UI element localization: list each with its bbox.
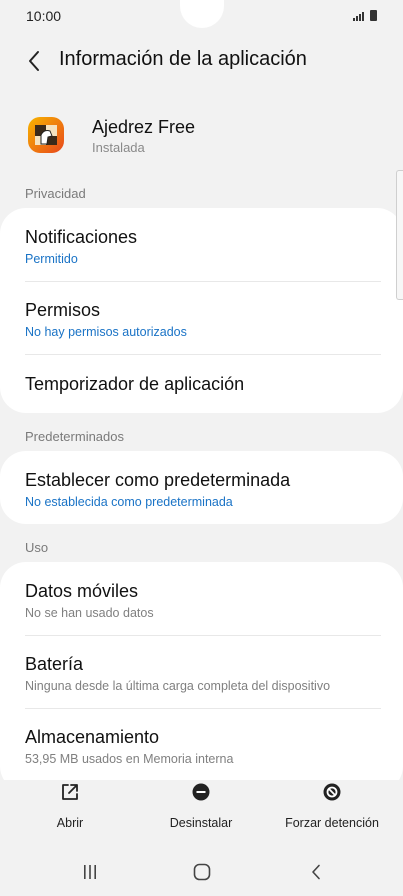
usage-card: Datos móviles No se han usado datos Bate… bbox=[0, 562, 403, 792]
app-info: Ajedrez Free Instalada bbox=[0, 108, 403, 164]
uninstall-button[interactable]: Desinstalar bbox=[161, 780, 241, 830]
signal-icon bbox=[353, 12, 364, 21]
bottom-action-bar: Abrir Desinstalar Forzar detención bbox=[0, 780, 403, 840]
section-label-defaults: Predeterminados bbox=[25, 429, 124, 444]
force-stop-button[interactable]: Forzar detención bbox=[276, 780, 388, 830]
recents-icon bbox=[84, 865, 96, 879]
open-external-icon bbox=[62, 784, 78, 800]
scrollbar[interactable] bbox=[396, 170, 403, 300]
force-stop-label: Forzar detención bbox=[285, 816, 379, 830]
recents-button[interactable] bbox=[65, 858, 115, 886]
battery-item[interactable]: Batería Ninguna desde la última carga co… bbox=[25, 653, 381, 694]
permissions-status: No hay permisos autorizados bbox=[25, 325, 187, 339]
notifications-item[interactable]: Notificaciones Permitido bbox=[25, 226, 381, 267]
divider bbox=[25, 708, 381, 709]
storage-title: Almacenamiento bbox=[25, 727, 160, 747]
set-default-title: Establecer como predeterminada bbox=[25, 470, 291, 490]
battery-title: Batería bbox=[25, 654, 84, 674]
nav-back-button[interactable] bbox=[291, 858, 341, 886]
section-label-usage: Uso bbox=[25, 540, 49, 555]
divider bbox=[25, 281, 381, 282]
notifications-title: Notificaciones bbox=[25, 227, 138, 247]
mobile-data-item[interactable]: Datos móviles No se han usado datos bbox=[25, 580, 381, 621]
page-title: Información de la aplicación bbox=[59, 48, 307, 70]
divider bbox=[25, 635, 381, 636]
camera-notch bbox=[180, 0, 224, 28]
app-name: Ajedrez Free bbox=[92, 117, 196, 137]
set-default-item[interactable]: Establecer como predeterminada No establ… bbox=[25, 469, 381, 510]
minus-circle-icon bbox=[192, 783, 210, 801]
back-icon bbox=[312, 864, 320, 880]
section-label-privacy: Privacidad bbox=[25, 186, 86, 201]
app-icon bbox=[27, 116, 65, 154]
status-icons bbox=[353, 10, 377, 21]
open-button[interactable]: Abrir bbox=[50, 780, 90, 830]
notifications-status: Permitido bbox=[25, 252, 78, 266]
home-button[interactable] bbox=[177, 858, 227, 886]
storage-item[interactable]: Almacenamiento 53,95 MB usados en Memori… bbox=[25, 726, 381, 767]
app-bar: Información de la aplicación bbox=[0, 38, 403, 82]
system-nav-bar bbox=[0, 846, 403, 896]
privacy-card: Notificaciones Permitido Permisos No hay… bbox=[0, 208, 403, 413]
storage-status: 53,95 MB usados en Memoria interna bbox=[25, 752, 234, 766]
set-default-status: No establecida como predeterminada bbox=[25, 495, 233, 509]
battery-icon bbox=[370, 10, 377, 21]
status-time: 10:00 bbox=[26, 8, 62, 24]
home-icon bbox=[193, 863, 211, 881]
uninstall-label: Desinstalar bbox=[169, 816, 233, 830]
defaults-card: Establecer como predeterminada No establ… bbox=[0, 451, 403, 524]
permissions-title: Permisos bbox=[25, 300, 101, 320]
mobile-data-status: No se han usado datos bbox=[25, 606, 154, 620]
status-bar: 10:00 bbox=[0, 0, 403, 34]
permissions-item[interactable]: Permisos No hay permisos autorizados bbox=[25, 299, 381, 340]
app-timer-title: Temporizador de aplicación bbox=[25, 374, 245, 394]
stop-circle-icon bbox=[323, 783, 341, 801]
chevron-left-icon bbox=[29, 51, 39, 71]
divider bbox=[25, 354, 381, 355]
open-label: Abrir bbox=[56, 816, 84, 830]
app-install-status: Instalada bbox=[92, 140, 145, 155]
app-timer-item[interactable]: Temporizador de aplicación bbox=[25, 373, 381, 395]
battery-status: Ninguna desde la última carga completa d… bbox=[25, 679, 331, 693]
mobile-data-title: Datos móviles bbox=[25, 581, 139, 601]
back-button[interactable] bbox=[18, 46, 50, 76]
